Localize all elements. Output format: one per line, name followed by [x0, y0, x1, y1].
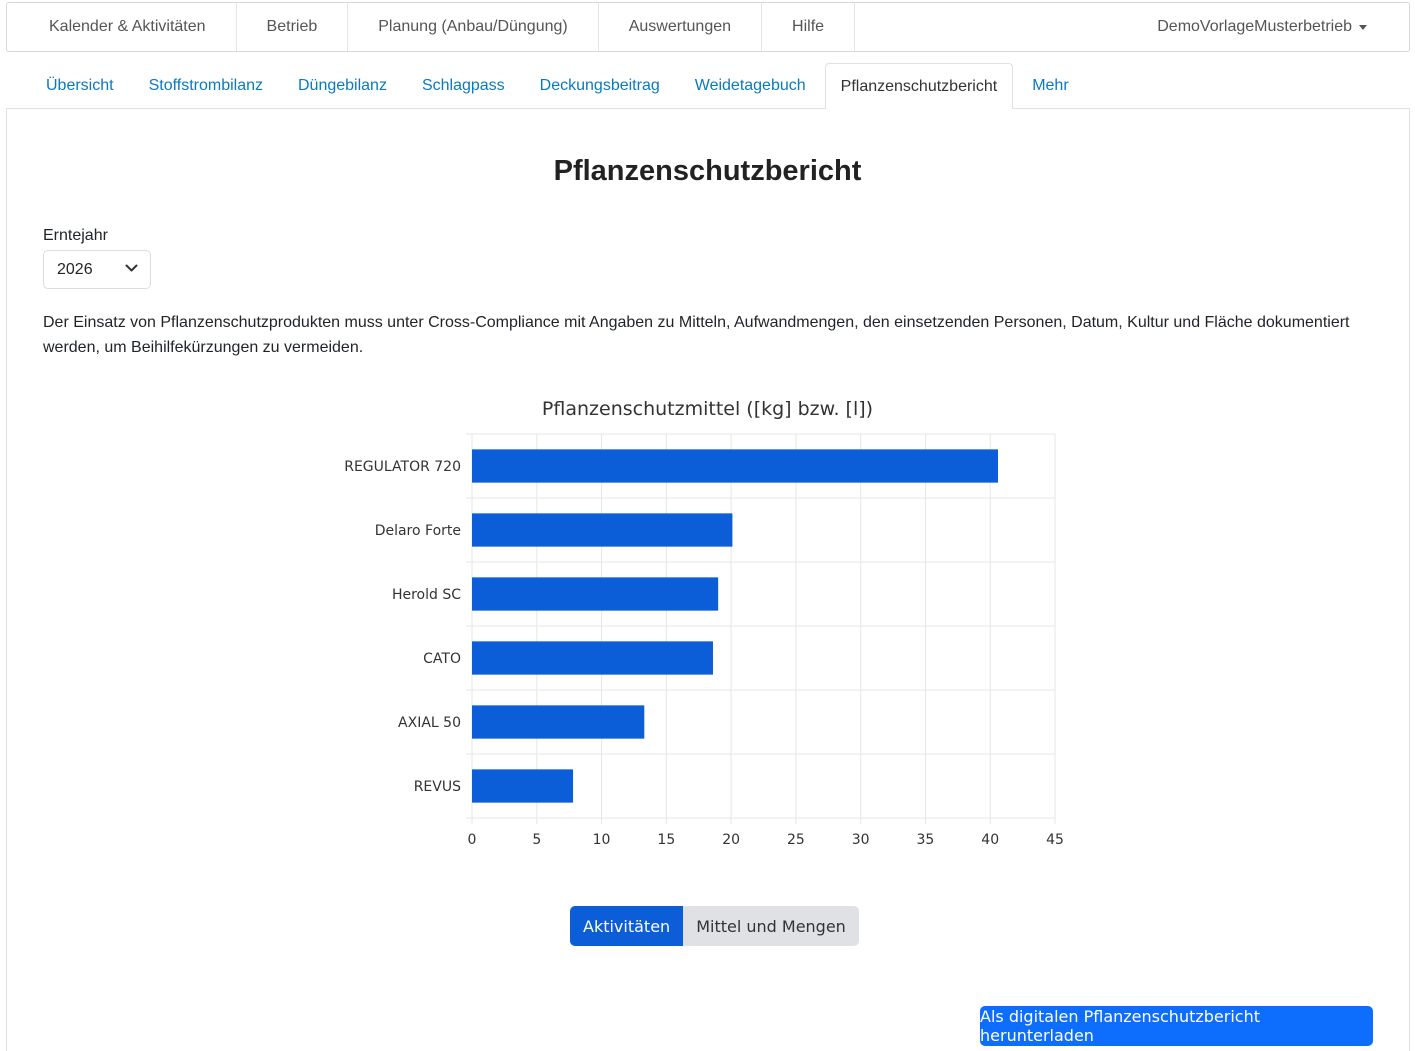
tab-weidetagebuch[interactable]: Weidetagebuch	[679, 63, 822, 108]
user-menu[interactable]: DemoVorlageMusterbetrieb	[1157, 3, 1409, 51]
x-tick-label: 5	[532, 832, 541, 848]
bar	[472, 513, 733, 547]
view-toggle: Aktivitäten Mittel und Mengen	[570, 906, 859, 946]
tab-mehr[interactable]: Mehr	[1016, 63, 1084, 108]
x-tick-label: 40	[981, 832, 999, 848]
nav-auswertungen[interactable]: Auswertungen	[599, 3, 763, 51]
y-tick-label: Delaro Forte	[375, 523, 461, 539]
y-tick-label: REGULATOR 720	[344, 459, 461, 475]
tab-uebersicht[interactable]: Übersicht	[6, 63, 130, 108]
x-tick-label: 20	[722, 832, 740, 848]
download-report-button[interactable]: Als digitalen Pflanzenschutzbericht heru…	[980, 1006, 1373, 1046]
nav-betrieb[interactable]: Betrieb	[237, 3, 349, 51]
bar	[472, 641, 713, 675]
description-text: Der Einsatz von Pflanzenschutzprodukten …	[43, 314, 1350, 356]
y-tick-label: CATO	[423, 651, 461, 667]
y-tick-label: REVUS	[414, 779, 461, 795]
bar	[472, 705, 645, 739]
activities-button[interactable]: Aktivitäten	[570, 906, 684, 946]
year-select[interactable]: 2026	[43, 250, 151, 289]
x-tick-label: 30	[852, 832, 870, 848]
bar-chart: 0 5 10 15 20 25 30 35 40 45 REGULATOR 720 Delaro Fo…	[344, 433, 1064, 848]
year-value: 2026	[57, 260, 93, 278]
nav-calendar[interactable]: Kalender & Aktivitäten	[7, 3, 237, 51]
nav-planung[interactable]: Planung (Anbau/Düngung)	[348, 3, 599, 51]
products-button[interactable]: Mittel und Mengen	[683, 906, 859, 946]
tab-duengebilanz[interactable]: Düngebilanz	[282, 63, 403, 108]
bar	[472, 769, 574, 803]
x-tick-label: 35	[917, 832, 935, 848]
caret-down-icon	[1359, 24, 1367, 30]
year-label: Erntejahr	[43, 227, 108, 244]
x-tick-label: 10	[593, 832, 611, 848]
report-tabs: Übersicht Stoffstrombilanz Düngebilanz S…	[6, 63, 1410, 109]
nav-hilfe[interactable]: Hilfe	[762, 3, 856, 51]
x-tick-label: 25	[787, 832, 805, 848]
bar	[472, 577, 719, 611]
x-tick-label: 15	[657, 832, 675, 848]
x-tick-label: 45	[1046, 832, 1064, 848]
y-tick-label: AXIAL 50	[398, 715, 461, 731]
bar	[472, 449, 998, 483]
user-name: DemoVorlageMusterbetrieb	[1157, 18, 1352, 35]
tab-pflanzenschutzbericht[interactable]: Pflanzenschutzbericht	[824, 63, 1014, 109]
top-navbar: Kalender & Aktivitäten Betrieb Planung (…	[6, 2, 1410, 52]
chevron-down-icon	[125, 264, 138, 272]
tab-stoffstrombilanz[interactable]: Stoffstrombilanz	[133, 63, 279, 108]
tab-schlagpass[interactable]: Schlagpass	[406, 63, 521, 108]
y-tick-label: Herold SC	[392, 587, 461, 603]
tab-deckungsbeitrag[interactable]: Deckungsbeitrag	[524, 63, 676, 108]
page-title: Pflanzenschutzbericht	[553, 155, 862, 187]
x-tick-label: 0	[468, 832, 477, 848]
